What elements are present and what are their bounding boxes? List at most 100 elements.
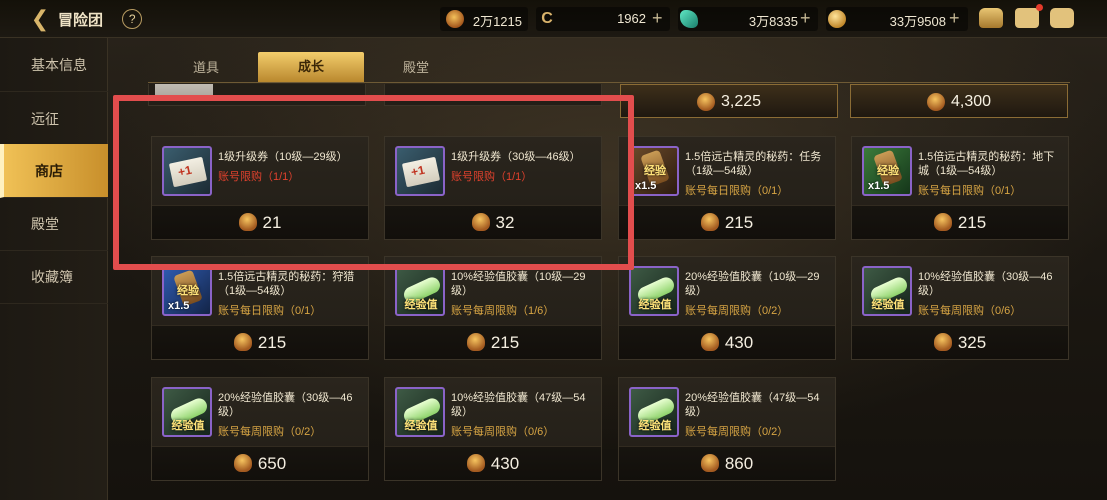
item-name: 1.5倍远古精灵的秘药：地下城（1级—54级） (918, 151, 1055, 177)
c-coin-icon: C (541, 10, 553, 27)
tab-items[interactable]: 道具 (158, 54, 254, 82)
elixir-icon: 经验 (162, 266, 212, 316)
sidebar-item-hall[interactable]: 殿堂 (0, 197, 108, 251)
item-price: 430 (490, 454, 520, 473)
shop-item-card[interactable]: 经验值 20%经验值胶囊（30级—46级） 账号每周限购（0/2） 650 (151, 377, 369, 481)
trophy-icon (933, 213, 952, 231)
item-name: 10%经验值胶囊（10级—29级） (451, 271, 586, 297)
item-price: 325 (957, 333, 987, 352)
currency-value: 2万1215 (472, 14, 522, 29)
gem-icon (680, 10, 698, 28)
price-bar: 215 (619, 205, 835, 239)
sidebar-item-basic-info[interactable]: 基本信息 (0, 38, 108, 92)
item-price: 650 (257, 454, 287, 473)
currency-gold: 33万9508 + (826, 7, 968, 31)
add-currency-button[interactable]: + (652, 8, 663, 29)
currency-value: 3万8335 (748, 14, 798, 29)
shop-item-card[interactable]: 经验值 10%经验值胶囊（30级—46级） 账号每周限购（0/6） 325 (851, 256, 1069, 360)
bag-icon[interactable] (979, 8, 1003, 28)
purchase-limit: 账号每日限购（0/1） (918, 185, 1022, 197)
trophy-icon (233, 333, 252, 351)
gold-coin-icon (828, 10, 846, 28)
purchase-limit: 账号每周限购（0/6） (451, 426, 555, 438)
purchase-limit: 账号每周限购（0/2） (685, 426, 789, 438)
item-price: 430 (724, 333, 754, 352)
purchase-limit: 账号每周限购（0/2） (218, 426, 322, 438)
trophy-icon (933, 333, 952, 351)
price-bar: 430 (619, 325, 835, 359)
item-price: 215 (490, 333, 520, 352)
exp-capsule-icon: 经验值 (395, 266, 445, 316)
shop-item-card[interactable]: 经验 1.5倍远古精灵的秘药：狩猎（1级—54级） 账号每日限购（0/1） 21… (151, 256, 369, 360)
item-name: 10%经验值胶囊（47级—54级） (451, 392, 586, 418)
top-bar: ❮ 冒险团 ? 2万1215 C 1962 + 3万8335 + 33万9508… (0, 0, 1107, 38)
trophy-icon (700, 213, 719, 231)
add-currency-button[interactable]: + (800, 8, 811, 29)
back-arrow-icon[interactable]: ❮ (28, 7, 52, 31)
tab-growth[interactable]: 成长 (258, 52, 364, 82)
currency-gem: 3万8335 + (678, 7, 818, 31)
trophy-icon (700, 333, 719, 351)
purchase-limit: 账号每周限购（1/6） (451, 305, 555, 317)
price-bar: 650 (152, 446, 368, 480)
trophy-icon (700, 454, 719, 472)
purchase-limit: 账号每周限购（0/6） (918, 305, 1022, 317)
partial-price-card[interactable]: 3,225 (620, 84, 838, 118)
exp-capsule-icon: 经验值 (395, 387, 445, 437)
exp-capsule-icon: 经验值 (162, 387, 212, 437)
shop-item-card[interactable]: 经验值 10%经验值胶囊（10级—29级） 账号每周限购（1/6） 215 (384, 256, 602, 360)
shop-item-card[interactable]: 经验值 10%经验值胶囊（47级—54级） 账号每周限购（0/6） 430 (384, 377, 602, 481)
elixir-icon: 经验 (629, 146, 679, 196)
trophy-icon (466, 454, 485, 472)
tab-bar: 道具 成长 殿堂 (108, 38, 1107, 82)
chat-icon[interactable] (1050, 8, 1074, 28)
add-currency-button[interactable]: + (949, 8, 960, 29)
exp-capsule-icon: 经验值 (629, 387, 679, 437)
partial-price-card[interactable]: 4,300 (850, 84, 1068, 118)
purchase-limit: 账号每日限购（0/1） (218, 305, 322, 317)
trophy-icon (926, 92, 945, 111)
trophy-icon (233, 454, 252, 472)
item-price: 4,300 (950, 93, 992, 110)
elixir-icon: 经验 (862, 146, 912, 196)
mail-icon[interactable] (1015, 4, 1043, 28)
price-bar: 430 (385, 446, 601, 480)
item-price: 860 (724, 454, 754, 473)
price-bar: 325 (852, 325, 1068, 359)
item-name: 20%经验值胶囊（47级—54级） (685, 392, 820, 418)
purchase-limit: 账号每日限购（0/1） (685, 185, 789, 197)
shop-item-card[interactable]: 经验值 20%经验值胶囊（47级—54级） 账号每周限购（0/2） 860 (618, 377, 836, 481)
tab-divider (148, 82, 1070, 83)
currency-value: 1962 (617, 11, 646, 26)
item-name: 1.5倍远古精灵的秘药：狩猎（1级—54级） (218, 271, 355, 297)
sidebar: 基本信息 远征 商店 殿堂 收藏簿 (0, 38, 108, 500)
help-icon[interactable]: ? (117, 4, 147, 34)
item-name: 20%经验值胶囊（30级—46级） (218, 392, 353, 418)
item-price: 215 (257, 333, 287, 352)
tab-hall[interactable]: 殿堂 (368, 54, 464, 82)
exp-capsule-icon: 经验值 (862, 266, 912, 316)
trophy-icon (446, 10, 464, 28)
currency-c-coin: C 1962 + (536, 7, 670, 31)
currency-trophy: 2万1215 (440, 7, 528, 31)
shop-item-card[interactable]: 经验值 20%经验值胶囊（10级—29级） 账号每周限购（0/2） 430 (618, 256, 836, 360)
price-bar: 215 (852, 205, 1068, 239)
trophy-icon (696, 92, 715, 111)
price-bar: 215 (385, 325, 601, 359)
sidebar-item-collection[interactable]: 收藏簿 (0, 250, 108, 304)
purchase-limit: 账号每周限购（0/2） (685, 305, 789, 317)
item-price: 215 (724, 213, 754, 232)
exp-capsule-icon: 经验值 (629, 266, 679, 316)
price-bar: 860 (619, 446, 835, 480)
sidebar-item-expedition[interactable]: 远征 (0, 92, 108, 146)
highlight-box (113, 95, 634, 270)
page-title: 冒险团 (58, 12, 104, 29)
trophy-icon (466, 333, 485, 351)
shop-item-card[interactable]: 经验 1.5倍远古精灵的秘药：地下城（1级—54级） 账号每日限购（0/1） 2… (851, 136, 1069, 240)
sidebar-item-shop[interactable]: 商店 (0, 144, 108, 198)
item-name: 10%经验值胶囊（30级—46级） (918, 271, 1053, 297)
currency-value: 33万9508 (889, 14, 946, 29)
price-bar: 215 (152, 325, 368, 359)
shop-item-card[interactable]: 经验 1.5倍远古精灵的秘药：任务（1级—54级） 账号每日限购（0/1） 21… (618, 136, 836, 240)
item-price: 215 (957, 213, 987, 232)
